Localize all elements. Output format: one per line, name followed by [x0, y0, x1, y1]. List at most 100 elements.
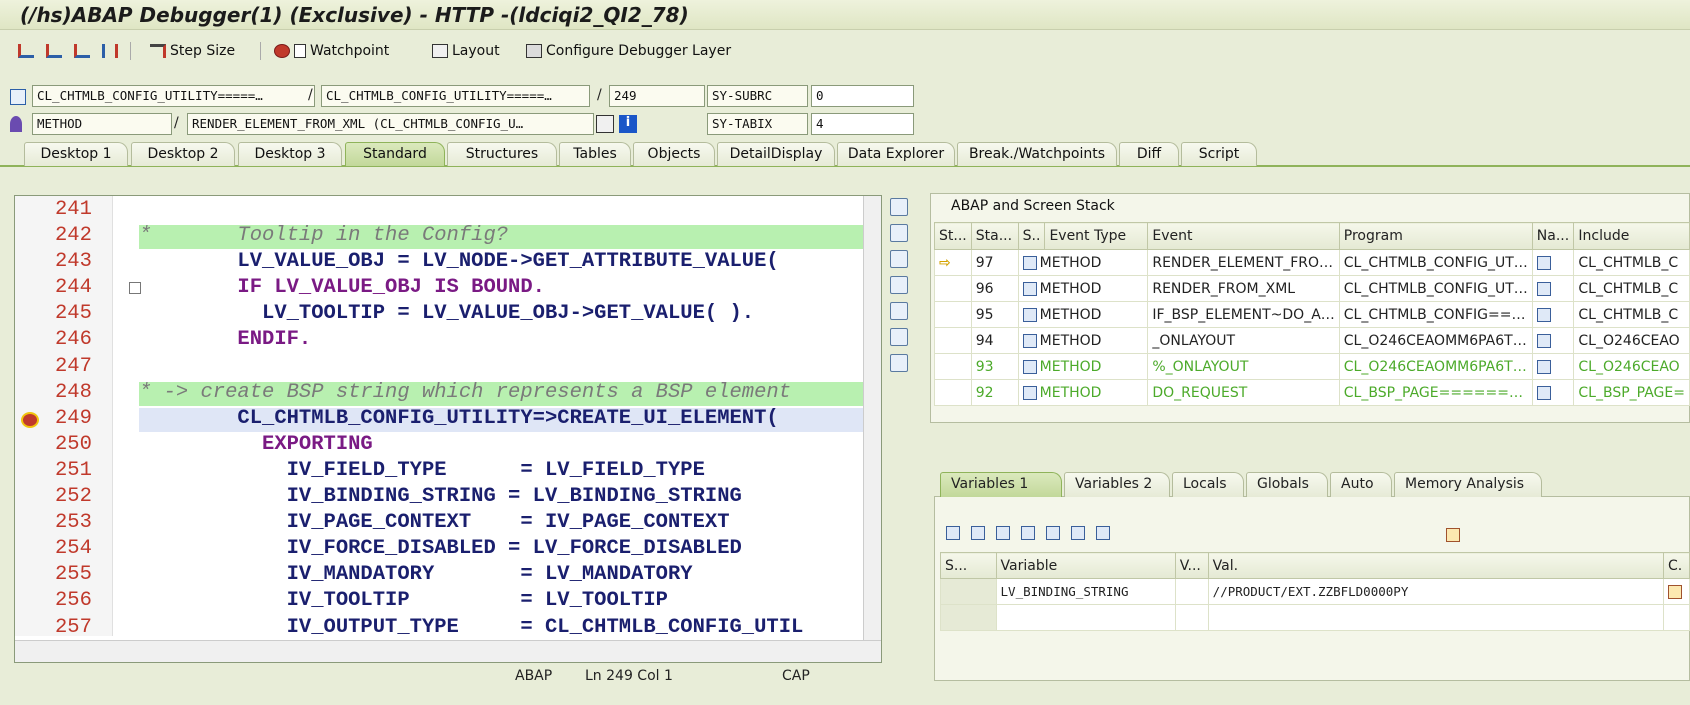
main-program-field[interactable]: CL_CHTMLB_CONFIG_UTILITY=====… — [32, 85, 315, 107]
breakpoint-icon[interactable] — [21, 412, 39, 428]
event-field[interactable]: RENDER_ELEMENT_FROM_XML (CL_CHTMLB_CONFI… — [187, 113, 594, 135]
event-type-field[interactable]: METHOD — [32, 113, 172, 135]
add-variable-icon[interactable] — [971, 526, 985, 540]
tab-desktop-1[interactable]: Desktop 1 — [24, 142, 128, 166]
tab-variables-1[interactable]: Variables 1 — [940, 472, 1062, 497]
tab-diff[interactable]: Diff — [1119, 142, 1179, 166]
code-lines: 241 242 * Tooltip in the Config? 243 LV_V… — [15, 198, 879, 642]
method-icon — [1022, 359, 1037, 374]
code-line: 246 ENDIF. — [55, 328, 312, 352]
swap-tool-icon[interactable] — [890, 250, 908, 268]
tab-objects[interactable]: Objects — [633, 142, 715, 166]
save-variables-icon[interactable] — [1021, 526, 1035, 540]
table-row[interactable]: 95 METHOD IF_BSP_ELEMENT~DO_A… CL_CHTMLB… — [934, 301, 1690, 328]
tab-desktop-3[interactable]: Desktop 3 — [238, 142, 342, 166]
tab-standard[interactable]: Standard — [345, 142, 445, 166]
method-icon — [1022, 255, 1037, 270]
tab-variables-2[interactable]: Variables 2 — [1064, 472, 1170, 497]
sy-subrc-label: SY-SUBRC — [707, 85, 808, 107]
tab-structures[interactable]: Structures — [447, 142, 557, 166]
tab-memory-analysis[interactable]: Memory Analysis — [1394, 472, 1542, 497]
tab-desktop-2[interactable]: Desktop 2 — [131, 142, 235, 166]
status-language: ABAP — [515, 668, 553, 684]
hierarchy-icon[interactable] — [596, 115, 614, 133]
table-row[interactable] — [940, 604, 1690, 631]
configure-debugger-layer-button[interactable]: Configure Debugger Layer — [526, 41, 731, 61]
single-step-icon[interactable] — [18, 41, 38, 61]
layout-icon — [432, 44, 448, 58]
document-icon — [294, 44, 306, 58]
collapse-icon[interactable] — [129, 282, 141, 295]
tab-detaildisplay[interactable]: DetailDisplay — [717, 142, 835, 166]
method-icon — [1022, 333, 1037, 348]
method-icon — [1022, 307, 1037, 322]
horizontal-scrollbar[interactable] — [15, 640, 881, 662]
edit-icon[interactable] — [1667, 585, 1682, 600]
tab-locals[interactable]: Locals — [1172, 472, 1244, 497]
table-row[interactable]: LV_BINDING_STRING //PRODUCT/EXT.ZZBFLD00… — [940, 578, 1690, 605]
variable-value[interactable]: //PRODUCT/EXT.ZZBFLD0000PY — [1207, 578, 1664, 605]
resize-icon[interactable] — [890, 302, 908, 320]
stack-panel-title: ABAP and Screen Stack — [951, 198, 1115, 214]
table-row[interactable]: 92 METHOD DO_REQUEST CL_BSP_PAGE======… … — [934, 379, 1690, 406]
source-code-editor[interactable]: 241 242 * Tooltip in the Config? 243 LV_V… — [14, 195, 882, 663]
delete-icon[interactable] — [946, 526, 960, 540]
editor-side-toolbar — [890, 198, 912, 380]
table-row[interactable]: 93 METHOD %_ONLAYOUT CL_O246CEAOMM6PA6T…… — [934, 353, 1690, 380]
method-icon — [1022, 281, 1037, 296]
navigate-icon[interactable] — [1536, 333, 1551, 348]
status-caps: CAP — [782, 668, 810, 684]
services-icon[interactable] — [890, 328, 908, 346]
maximize-icon[interactable] — [890, 276, 908, 294]
table-row[interactable]: 96 METHOD RENDER_FROM_XML CL_CHTMLB_CONF… — [934, 275, 1690, 302]
watchpoint-button[interactable]: Watchpoint — [274, 41, 389, 61]
load-icon[interactable] — [996, 526, 1010, 540]
variables-table: S... Variable V... Val. C. LV_BINDING_ST… — [940, 552, 1690, 631]
save-icon[interactable] — [1446, 528, 1460, 542]
continue-icon[interactable] — [102, 41, 122, 61]
close-icon[interactable] — [890, 198, 908, 216]
change-icon[interactable] — [1046, 526, 1060, 540]
method-icon — [10, 116, 22, 132]
navigate-icon[interactable] — [1071, 526, 1085, 540]
code-line: 250 EXPORTING — [55, 432, 373, 456]
navigate-icon[interactable] — [1536, 385, 1551, 400]
vertical-scrollbar[interactable] — [863, 196, 881, 641]
navigate-icon[interactable] — [1536, 255, 1551, 270]
new-tool-icon[interactable] — [890, 224, 908, 242]
settings-icon[interactable] — [890, 354, 908, 372]
navigate-icon[interactable] — [1536, 281, 1551, 296]
tab-tables[interactable]: Tables — [559, 142, 631, 166]
code-line: 254 IV_FORCE_DISABLED = LV_FORCE_DISABLE… — [55, 537, 742, 561]
sy-tabix-value[interactable]: 4 — [811, 113, 914, 135]
title-bar: (/hs)ABAP Debugger(1) (Exclusive) - HTTP… — [0, 0, 1690, 30]
navigate-icon[interactable] — [1536, 359, 1551, 374]
code-line: 251 IV_FIELD_TYPE = LV_FIELD_TYPE — [55, 458, 705, 482]
code-line: 252 IV_BINDING_STRING = LV_BINDING_STRIN… — [55, 485, 742, 509]
current-code-line: 249 CL_CHTMLB_CONFIG_UTILITY=>CREATE_UI_… — [15, 407, 879, 433]
method-icon — [1022, 385, 1037, 400]
sy-subrc-value[interactable]: 0 — [811, 85, 914, 107]
local-icon[interactable] — [1096, 526, 1110, 540]
status-position: Ln 249 Col 1 — [585, 668, 673, 684]
tab-script[interactable]: Script — [1181, 142, 1257, 166]
tab-auto[interactable]: Auto — [1330, 472, 1392, 497]
step-size-button[interactable]: Step Size — [150, 41, 235, 61]
table-row[interactable]: ⇨ 97 METHOD RENDER_ELEMENT_FRO… CL_CHTML… — [934, 249, 1690, 276]
info-icon[interactable]: i — [619, 115, 637, 133]
execute-icon[interactable] — [46, 41, 66, 61]
include-field[interactable]: CL_CHTMLB_CONFIG_UTILITY=====… — [321, 85, 590, 107]
tab-data-explorer[interactable]: Data Explorer — [837, 142, 955, 166]
layout-button[interactable]: Layout — [432, 41, 500, 61]
code-line: 256 IV_TOOLTIP = LV_TOOLTIP — [55, 589, 668, 613]
tab-break-watchpoints[interactable]: Break./Watchpoints — [957, 142, 1117, 166]
return-icon[interactable] — [74, 41, 94, 61]
code-line: 242 * Tooltip in the Config? — [15, 224, 879, 250]
toolbar: Step Size Watchpoint Layout Configure De… — [0, 36, 1690, 68]
variable-name[interactable]: LV_BINDING_STRING — [995, 578, 1176, 605]
line-number-field[interactable]: 249 — [609, 85, 705, 107]
tab-globals[interactable]: Globals — [1246, 472, 1328, 497]
code-line: 257 IV_OUTPUT_TYPE = CL_CHTMLB_CONFIG_UT… — [55, 615, 804, 639]
navigate-icon[interactable] — [1536, 307, 1551, 322]
table-row[interactable]: 94 METHOD _ONLAYOUT CL_O246CEAOMM6PA6T… … — [934, 327, 1690, 354]
